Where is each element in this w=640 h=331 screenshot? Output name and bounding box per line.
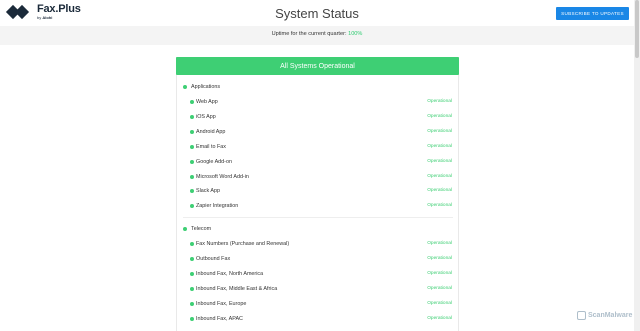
scrollbar-thumb[interactable] [635,0,639,58]
overall-status-banner: All Systems Operational [176,57,459,75]
component-name: Google Add-on [196,158,232,165]
status-dot-icon [190,100,194,104]
status-dot-icon [190,316,194,321]
status-page: Fax.Plus by Alohi System Status SUBSCRIB… [0,0,640,331]
header: Fax.Plus by Alohi System Status SUBSCRIB… [0,0,634,26]
watermark: ScanMalware [577,311,632,320]
component-name: Zapier Integration [196,203,239,210]
status-dot-icon [190,159,194,164]
component-status: Operational [427,315,452,321]
status-dot-icon [190,129,194,134]
component-row: Fax Numbers (Purchase and Renewal) Operat… [176,239,459,249]
uptime-label: Uptime for the current quarter: [271,31,349,37]
status-group: Applications [176,82,459,92]
group-name: Applications [191,84,221,90]
component-status: Operational [427,188,452,194]
component-name: Inbound Fax, Middle East & Africa [196,285,278,292]
page-scrollbar[interactable] [634,0,640,331]
component-row: Outbound Fax Operational [176,254,459,264]
component-row: Google Add-on Operational [176,157,459,167]
status-dot-icon [190,144,194,149]
component-row: iOS App Operational [176,112,459,122]
component-name: Fax Numbers (Purchase and Renewal) [196,241,290,247]
component-status: Operational [427,203,452,209]
status-dot-icon [190,114,194,119]
subscribe-button[interactable]: SUBSCRIBE TO UPDATES [556,7,629,20]
status-dot-icon [183,85,187,89]
component-name: Slack App [196,188,220,195]
component-status: Operational [427,99,452,104]
component-status: Operational [427,143,452,149]
status-dot-icon [190,189,194,194]
component-status: Operational [427,113,452,119]
component-row: Inbound Fax, APAC Operational [176,314,459,324]
watermark-text: ScanMalware [588,312,633,319]
component-name: Inbound Fax, Europe [196,300,247,307]
component-name: Outbound Fax [196,255,231,262]
component-row: Slack App Operational [176,186,459,196]
status-dot-icon [183,227,187,231]
component-name: Inbound Fax, APAC [196,315,243,322]
component-status: Operational [427,241,452,246]
group-name: Telecom [191,226,212,232]
status-dot-icon [190,271,194,276]
component-name: Email to Fax [196,143,226,150]
component-row: Email to Fax Operational [176,142,459,152]
component-row: Microsoft Word Add-in Operational [176,172,459,182]
component-status: Operational [427,158,452,164]
component-row: Web App Operational [176,97,459,107]
component-status: Operational [427,300,452,306]
component-row: Zapier Integration Operational [176,201,459,211]
uptime-summary: Uptime for the current quarter: 100% [0,31,634,37]
component-status: Operational [427,270,452,276]
status-group: Telecom [176,224,459,234]
component-name: Inbound Fax, North America [196,270,264,277]
component-row: Inbound Fax, North America Operational [176,269,459,279]
component-status: Operational [427,128,452,134]
component-name: iOS App [196,113,216,120]
component-name: Web App [196,99,218,105]
component-status: Operational [427,285,452,291]
component-row: Inbound Fax, Middle East & Africa Operati… [176,284,459,294]
component-status: Operational [427,173,452,179]
status-dot-icon [190,174,194,179]
status-dot-icon [190,242,194,246]
status-dot-icon [190,286,194,291]
status-dot-icon [190,204,194,209]
page-title: System Status [275,6,359,21]
uptime-value: 100% [348,31,363,37]
group-divider [183,217,453,218]
status-dot-icon [190,301,194,306]
scan-icon [577,311,586,320]
status-dot-icon [190,256,194,261]
component-row: Inbound Fax, Europe Operational [176,299,459,309]
component-name: Android App [196,128,226,135]
component-status: Operational [427,255,452,261]
component-row: Android App Operational [176,127,459,137]
component-name: Microsoft Word Add-in [196,173,249,180]
